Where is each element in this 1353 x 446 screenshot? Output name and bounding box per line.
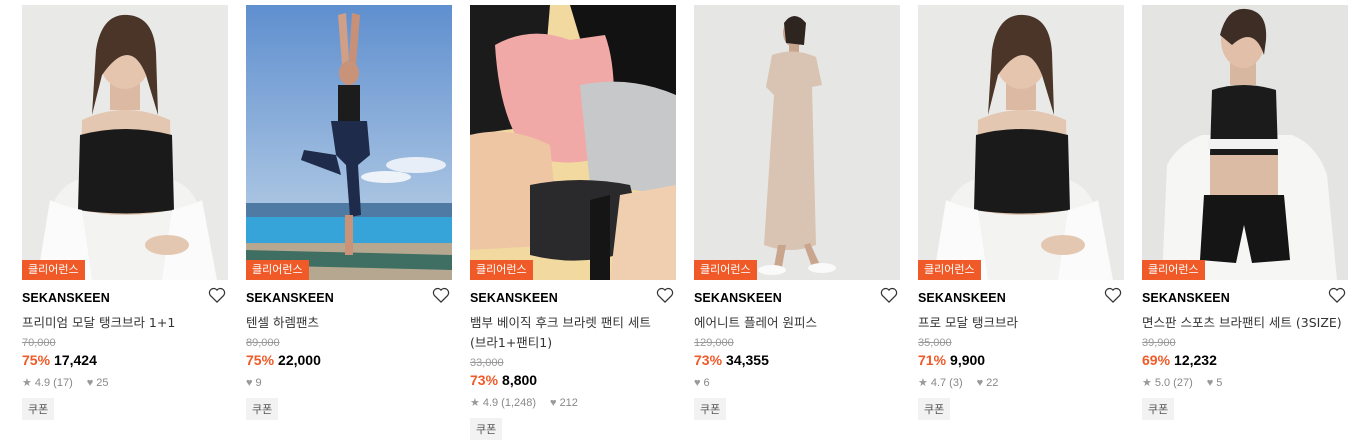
brand-name[interactable]: SEKANSKEEN [694,288,900,312]
sale-price: 17,424 [54,352,97,368]
clearance-badge: 클리어런스 [694,260,757,280]
heart-icon[interactable] [208,287,226,303]
product-name[interactable]: 뱀부 베이직 후크 브라렛 팬티 세트 [470,314,676,332]
original-price: 70,000 [22,337,56,349]
heart-icon[interactable] [880,287,898,303]
product-card[interactable]: 클리어런스 SEKANSKEEN 프로 모달 탱크브라 35,000 71% 9,… [918,5,1124,420]
review-count: (17) [53,377,73,389]
product-name[interactable]: 텐셀 하렘팬츠 [246,314,452,332]
like-heart-icon: ♥ [694,377,701,389]
product-image[interactable]: 클리어런스 [694,5,900,280]
sale-price: 34,355 [726,352,769,368]
sale-price: 12,232 [1174,352,1217,368]
review-count: (1,248) [501,397,537,409]
clearance-badge: 클리어런스 [1142,260,1205,280]
original-price: 39,900 [1142,337,1176,349]
like-count: 212 [559,397,578,409]
rating-value: 4.9 [482,397,499,409]
product-name-line2[interactable]: (브라1+팬티1) [470,334,676,352]
coupon-tag: 쿠폰 [694,398,727,420]
like-count: 6 [703,377,710,389]
like-count: 25 [96,377,109,389]
original-price: 35,000 [918,337,952,349]
discount-rate: 69% [1142,352,1171,368]
brand-name[interactable]: SEKANSKEEN [918,288,1124,312]
brand-name[interactable]: SEKANSKEEN [470,288,676,312]
brand-name[interactable]: SEKANSKEEN [246,288,452,312]
product-card[interactable]: 클리어런스 SEKANSKEEN 텐셀 하렘팬츠 89,000 75% 22,00… [246,5,452,420]
product-name[interactable]: 프로 모달 탱크브라 [918,314,1124,332]
product-card[interactable]: 클리어런스 SEKANSKEEN 면스판 스포츠 브라팬티 세트 (3SIZE)… [1142,5,1348,420]
product-image[interactable]: 클리어런스 [918,5,1124,280]
star-icon: ★ [918,377,928,389]
bralette-flatlay-image [470,5,676,280]
like-heart-icon: ♥ [86,377,94,389]
product-image[interactable]: 클리어런스 [246,5,452,280]
clearance-badge: 클리어런스 [470,260,533,280]
clearance-badge: 클리어런스 [246,260,309,280]
product-image[interactable]: 클리어런스 [22,5,228,280]
clearance-badge: 클리어런스 [22,260,85,280]
discount-rate: 71% [918,352,947,368]
sale-price: 22,000 [278,352,321,368]
model-photo-image [22,5,228,280]
coupon-tag: 쿠폰 [246,398,279,420]
review-count: (27) [1173,377,1193,389]
product-name[interactable]: 면스판 스포츠 브라팬티 세트 (3SIZE) [1142,314,1348,332]
sports-set-model-image [1142,5,1348,280]
product-name[interactable]: 에어니트 플레어 원피스 [694,314,900,332]
product-name[interactable]: 프리미엄 모달 탱크브라 1+1 [22,314,228,332]
like-count: 9 [255,377,262,389]
dress-model-image [694,5,900,280]
discount-rate: 75% [22,352,51,368]
like-heart-icon: ♥ [976,377,984,389]
star-icon: ★ [470,397,480,409]
discount-rate: 73% [694,352,723,368]
rating-value: 5.0 [1154,377,1171,389]
coupon-tag: 쿠폰 [1142,398,1175,420]
discount-rate: 75% [246,352,275,368]
product-card[interactable]: 클리어런스 SEKANSKEEN 에어니트 플레어 원피스 129,000 73… [694,5,900,420]
like-count: 5 [1216,377,1223,389]
like-count: 22 [986,377,999,389]
sale-price: 8,800 [502,372,538,388]
coupon-tag: 쿠폰 [918,398,951,420]
model-photo-image [918,5,1124,280]
like-heart-icon: ♥ [1206,377,1214,389]
clearance-badge: 클리어런스 [918,260,981,280]
discount-rate: 73% [470,372,499,388]
heart-icon[interactable] [432,287,450,303]
original-price: 89,000 [246,337,280,349]
original-price: 129,000 [694,337,734,349]
product-grid: 클리어런스 SEKANSKEEN 프리미엄 모달 탱크브라 1+1 70,000… [0,0,1353,446]
brand-name[interactable]: SEKANSKEEN [1142,288,1348,312]
star-icon: ★ [22,377,32,389]
coupon-tag: 쿠폰 [22,398,55,420]
heart-icon[interactable] [1328,287,1346,303]
like-heart-icon: ♥ [246,377,253,389]
brand-name[interactable]: SEKANSKEEN [22,288,228,312]
sale-price: 9,900 [950,352,986,368]
like-heart-icon: ♥ [550,397,557,409]
yoga-photo-image [246,5,452,280]
coupon-tag: 쿠폰 [470,418,503,440]
heart-icon[interactable] [656,287,674,303]
review-count: (3) [949,377,963,389]
product-image[interactable]: 클리어런스 [470,5,676,280]
star-icon: ★ [1142,377,1152,389]
product-card[interactable]: 클리어런스 SEKANSKEEN 프리미엄 모달 탱크브라 1+1 70,000… [22,5,228,420]
rating-value: 4.9 [34,377,51,389]
original-price: 33,000 [470,357,504,369]
product-card[interactable]: 클리어런스 SEKANSKEEN 뱀부 베이직 후크 브라렛 팬티 세트 (브라… [470,5,676,440]
product-image[interactable]: 클리어런스 [1142,5,1348,280]
rating-value: 4.7 [930,377,947,389]
heart-icon[interactable] [1104,287,1122,303]
